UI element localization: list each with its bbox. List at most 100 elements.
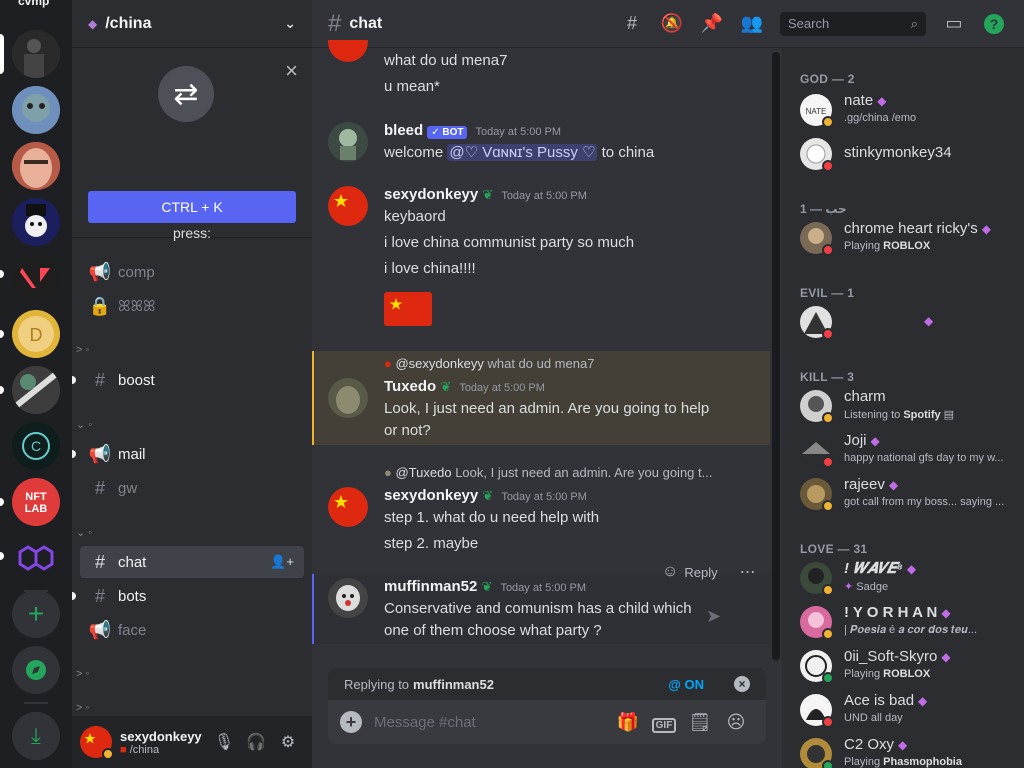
member-item[interactable]: NATE nate ◆ .gg/china /emo xyxy=(800,90,1024,130)
activity-verb: Playing xyxy=(844,240,881,252)
member-item[interactable]: stinkymonkey34 xyxy=(800,134,1024,174)
user-mention[interactable]: @♡ Vɑɴɴɪ's Pussy ♡ xyxy=(447,144,598,161)
message-author[interactable]: bleed ✓ BOT Today at 5:00 PM xyxy=(384,122,561,139)
gift-icon[interactable]: 🎁 xyxy=(610,712,646,733)
hash-icon: # xyxy=(94,551,105,572)
message-input[interactable] xyxy=(374,713,610,731)
microphone-icon[interactable]: 🎙 xyxy=(208,732,240,752)
member-name: ! 𝑾𝑨𝑽𝑬⁸ ◆ xyxy=(844,560,916,577)
server-avatar-image xyxy=(12,366,60,414)
channel-label: comp xyxy=(118,263,155,281)
channel-label: bots xyxy=(118,587,147,605)
explore-servers-icon[interactable] xyxy=(12,646,60,694)
add-server-icon[interactable]: + xyxy=(12,590,60,638)
server-icon-9[interactable]: NFT LAB xyxy=(12,478,60,526)
guild-header[interactable]: ◆ /china ⌄ xyxy=(72,0,312,48)
message-author[interactable]: sexydonkeyy ❦ Today at 5:00 PM xyxy=(384,186,587,203)
activity-name: ROBLOX xyxy=(883,668,931,680)
reply-reference[interactable]: ● @sexydonkeyy what do ud mena7 xyxy=(384,356,594,371)
category-toggle[interactable]: > ◦ xyxy=(76,668,89,680)
member-item[interactable]: rajeev ◆ got call from my boss... saying … xyxy=(800,474,1024,514)
dnd-status-icon xyxy=(822,456,834,468)
quick-switcher-button[interactable]: CTRL + K xyxy=(88,191,296,223)
add-reaction-icon[interactable]: ☺ xyxy=(662,563,678,581)
threads-icon[interactable]: # xyxy=(612,13,652,34)
server-icon-4[interactable] xyxy=(12,198,60,246)
headphones-icon[interactable]: 🎧 xyxy=(240,732,272,752)
pin-icon[interactable]: 📌 xyxy=(692,13,732,34)
server-icon-8[interactable]: C xyxy=(12,422,60,470)
settings-gear-icon[interactable]: ⚙ xyxy=(272,732,304,752)
channel-gw[interactable]: # gw xyxy=(80,472,304,504)
message-author[interactable]: muffinman52 ❦ Today at 5:00 PM xyxy=(384,578,586,595)
avatar[interactable] xyxy=(80,726,114,760)
avatar[interactable] xyxy=(328,578,368,618)
reply-reference[interactable]: ● @Tuxedo Look, I just need an admin. Ar… xyxy=(384,465,712,480)
message-author[interactable]: Tuxedo ❦ Today at 5:00 PM xyxy=(384,378,545,395)
member-item[interactable]: chrome heart ricky's ◆ Playing ROBLOX xyxy=(800,218,1024,258)
gif-button[interactable]: GIF xyxy=(646,712,682,733)
member-list-icon[interactable]: 👥 xyxy=(732,13,772,34)
guild-name: /china xyxy=(105,14,152,32)
inbox-icon[interactable]: ▭ xyxy=(934,13,974,34)
cancel-reply-icon[interactable]: × xyxy=(734,676,750,692)
server-icon-7[interactable] xyxy=(12,366,60,414)
china-flag-avatar xyxy=(328,487,368,527)
channel-mail[interactable]: 📢 mail xyxy=(72,438,304,470)
user-info[interactable]: sexydonkeyy ■ /china xyxy=(120,729,208,756)
member-item[interactable]: C2 Oxy ◆ Playing Phasmophobia xyxy=(800,734,1024,768)
more-options-icon[interactable]: ⋯ xyxy=(740,562,756,582)
category-toggle[interactable]: ⌄ ◦ xyxy=(76,418,92,431)
server-icon-3[interactable] xyxy=(12,142,60,190)
gif-label: GIF xyxy=(651,717,677,733)
server-icon-5[interactable] xyxy=(12,254,60,302)
member-item[interactable]: ! Y O R H A N ◆ | 𝑷𝒐𝒆𝒔𝒊𝒂 é 𝒂 𝒄𝒐𝒓 𝒅𝒐𝒔 𝒕𝒆𝒖.… xyxy=(800,602,1024,642)
avatar[interactable] xyxy=(328,122,368,162)
member-item[interactable]: ! 𝑾𝑨𝑽𝑬⁸ ◆ ✦ Sadge xyxy=(800,558,1024,598)
emoji-icon[interactable]: ☹ xyxy=(718,712,754,733)
server-icon-2[interactable] xyxy=(12,86,60,134)
help-icon[interactable]: ? xyxy=(974,13,1014,34)
china-flag-emoji[interactable] xyxy=(384,292,432,326)
avatar[interactable] xyxy=(328,378,368,418)
idle-status-icon xyxy=(822,412,834,424)
server-icon-1[interactable] xyxy=(12,30,60,78)
sprout-badge-icon: ❦ xyxy=(481,579,493,594)
member-name-text: 0ii_Soft-Skyro xyxy=(844,648,938,665)
invite-user-icon[interactable]: 👤+ xyxy=(270,554,294,570)
search-input[interactable]: Search ⌕ xyxy=(780,11,926,36)
member-item[interactable]: Joji ◆ happy national gfs day to my w... xyxy=(800,430,1024,470)
server-icon-6[interactable]: D xyxy=(12,310,60,358)
member-activity: Playing Phasmophobia xyxy=(844,756,1024,768)
sticker-icon[interactable]: 🗒 xyxy=(682,712,718,733)
avatar[interactable] xyxy=(328,40,368,62)
attach-plus-icon[interactable]: + xyxy=(340,711,362,733)
avatar[interactable] xyxy=(328,186,368,226)
channel-bots[interactable]: # bots xyxy=(72,580,304,612)
member-item[interactable]: charm Listening to Spotify ▤ xyxy=(800,386,1024,426)
category-toggle[interactable]: ⌄ ◦ xyxy=(76,526,92,539)
mention-toggle[interactable]: @ ON xyxy=(668,677,704,692)
reply-action[interactable]: Reply xyxy=(684,565,717,580)
message-author[interactable]: sexydonkeyy ❦ Today at 5:00 PM xyxy=(384,487,587,504)
channel-boost[interactable]: # boost xyxy=(72,364,304,396)
mute-bell-icon[interactable]: 🔕 xyxy=(652,13,692,34)
message-text: u mean* xyxy=(384,78,440,95)
category-toggle[interactable]: > ◦ xyxy=(76,702,89,714)
member-item[interactable]: Ace is bad ◆ UND all day xyxy=(800,690,1024,730)
member-name: Ace is bad ◆ xyxy=(844,692,927,709)
avatar[interactable] xyxy=(328,487,368,527)
sprout-badge-icon: ❦ xyxy=(482,187,494,202)
channel-comp[interactable]: 📢 comp xyxy=(80,256,304,288)
channel-locked[interactable]: 🔒 ꕤꕤꕤ xyxy=(80,290,304,322)
member-item[interactable]: 0ii_Soft-Skyro ◆ Playing ROBLOX xyxy=(800,646,1024,686)
close-icon[interactable]: × xyxy=(285,58,298,84)
scrollbar-thumb[interactable] xyxy=(772,52,780,660)
download-apps-icon[interactable]: ⤓ xyxy=(12,712,60,760)
server-icon-10[interactable] xyxy=(12,534,60,582)
category-toggle[interactable]: > ◦ xyxy=(76,344,89,356)
channel-chat[interactable]: # chat 👤+ xyxy=(80,546,304,578)
member-item[interactable]: ◆ xyxy=(800,302,1024,342)
scrollbar[interactable] xyxy=(772,52,780,662)
channel-face[interactable]: 📢 face xyxy=(80,614,304,646)
